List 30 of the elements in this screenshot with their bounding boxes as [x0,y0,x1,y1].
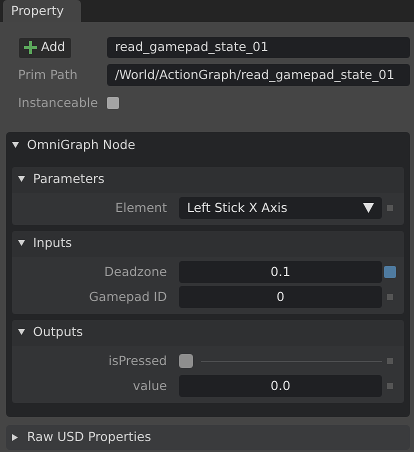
field-label: Element [114,198,168,217]
collapse-triangle-icon[interactable] [12,142,19,149]
number-field[interactable]: 0.0 [179,375,382,398]
checkbox[interactable] [179,354,193,368]
field-label: Prim Path [17,66,79,84]
path-field[interactable]: /World/ActionGraph/read_gamepad_state_01 [107,64,410,86]
checkbox[interactable] [107,97,119,110]
group-title[interactable]: Parameters [33,170,105,190]
property-tab[interactable]: Property [3,0,81,22]
name-field[interactable]: read_gamepad_state_01 [107,37,410,58]
modified-indicator-icon[interactable] [384,266,396,278]
field-label: Instanceable [17,94,99,112]
field-label: Deadzone [103,262,168,281]
number-field[interactable]: 0.1 [179,261,382,284]
plus-icon [24,41,37,54]
group-title[interactable]: Outputs [33,323,83,342]
section-title[interactable]: Raw USD Properties [27,428,152,447]
field-label: value [132,376,168,395]
number-field[interactable]: 0 [179,286,382,308]
collapse-triangle-icon[interactable] [18,240,25,248]
expand-triangle-icon[interactable] [12,434,19,441]
collapse-triangle-icon[interactable] [18,176,25,184]
collapse-triangle-icon[interactable] [18,329,25,336]
field-label: Gamepad ID [88,288,168,306]
dropdown-arrow-icon [363,203,374,214]
add-button[interactable]: Add [19,38,71,58]
field-label: isPressed [107,352,168,370]
group-title[interactable]: Inputs [33,234,72,254]
section-title[interactable]: OmniGraph Node [27,136,136,155]
dropdown[interactable]: Left Stick X Axis [179,197,382,220]
